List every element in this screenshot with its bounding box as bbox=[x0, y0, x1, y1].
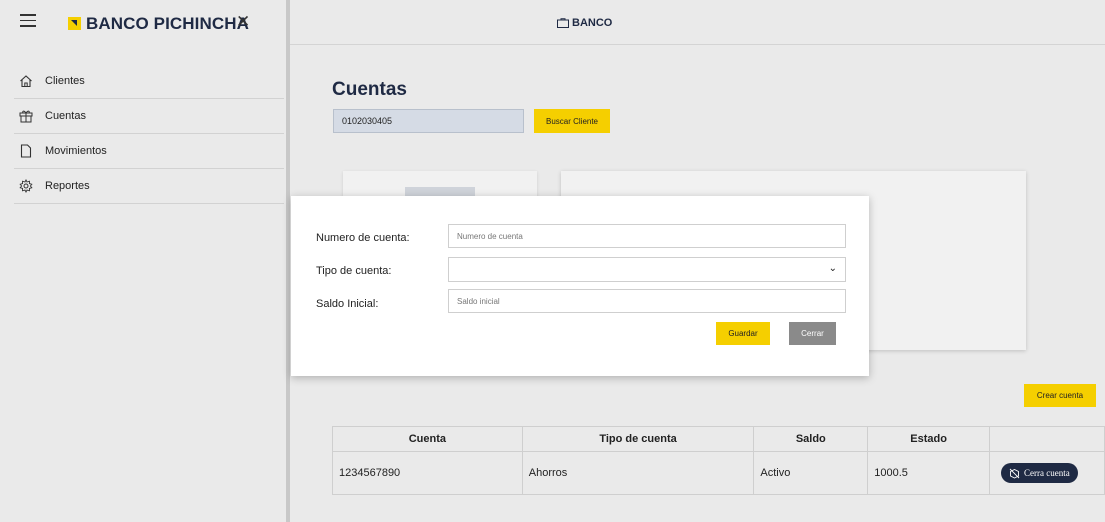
accounts-table: Cuenta Tipo de cuenta Saldo Estado 12345… bbox=[332, 426, 1105, 495]
column-header-cuenta: Cuenta bbox=[332, 426, 523, 452]
close-modal-button[interactable]: Cerrar bbox=[789, 322, 836, 345]
bank-logo-icon bbox=[68, 17, 81, 30]
save-button[interactable]: Guardar bbox=[716, 322, 770, 345]
sidebar: BANCO PICHINCHA ✕ Clientes Cuentas Movim… bbox=[0, 0, 290, 522]
account-type-select[interactable]: ⌄ bbox=[448, 257, 846, 282]
chevron-down-icon: ⌄ bbox=[828, 263, 837, 274]
column-header-actions bbox=[989, 426, 1105, 452]
cell-tipo: Ahorros bbox=[521, 451, 755, 495]
account-number-input[interactable] bbox=[448, 224, 846, 248]
create-account-button[interactable]: Crear cuenta bbox=[1024, 384, 1096, 407]
sidebar-item-clientes[interactable]: Clientes bbox=[14, 64, 284, 99]
header-brand: BANCO bbox=[557, 17, 612, 29]
search-client-button[interactable]: Buscar Cliente bbox=[534, 109, 610, 133]
hamburger-menu-icon[interactable] bbox=[20, 14, 36, 28]
briefcase-icon bbox=[557, 18, 569, 28]
gift-icon bbox=[19, 110, 33, 123]
column-header-tipo: Tipo de cuenta bbox=[521, 426, 755, 452]
sidebar-item-label: Cuentas bbox=[45, 110, 86, 122]
table-header-row: Cuenta Tipo de cuenta Saldo Estado bbox=[332, 426, 1105, 452]
bank-logo-text: BANCO PICHINCHA bbox=[86, 14, 249, 33]
sidebar-item-label: Clientes bbox=[45, 75, 85, 87]
sidebar-item-label: Reportes bbox=[45, 180, 90, 192]
cell-estado: 1000.5 bbox=[867, 451, 991, 495]
sidebar-item-cuentas[interactable]: Cuentas bbox=[14, 99, 284, 134]
sidebar-item-label: Movimientos bbox=[45, 145, 107, 157]
cell-actions: Cerra cuenta bbox=[989, 451, 1105, 495]
account-number-label: Numero de cuenta: bbox=[316, 232, 410, 244]
sidebar-item-movimientos[interactable]: Movimientos bbox=[14, 134, 284, 169]
sidebar-item-reportes[interactable]: Reportes bbox=[14, 169, 284, 204]
home-icon bbox=[20, 75, 32, 88]
close-sidebar-icon[interactable]: ✕ bbox=[236, 12, 250, 32]
gear-icon bbox=[19, 179, 33, 193]
column-header-estado: Estado bbox=[867, 426, 991, 452]
account-type-label: Tipo de cuenta: bbox=[316, 265, 392, 277]
page-title: Cuentas bbox=[332, 79, 407, 100]
table-row: 1234567890 Ahorros Activo 1000.5 Cerra c… bbox=[332, 451, 1105, 495]
header-title: BANCO bbox=[572, 17, 613, 29]
cell-saldo: Activo bbox=[753, 451, 869, 495]
client-search-input[interactable] bbox=[333, 109, 524, 133]
box-off-icon bbox=[1009, 468, 1020, 479]
initial-balance-label: Saldo Inicial: bbox=[316, 298, 379, 310]
close-account-button[interactable]: Cerra cuenta bbox=[1001, 463, 1078, 483]
close-account-label: Cerra cuenta bbox=[1024, 468, 1070, 478]
cell-cuenta: 1234567890 bbox=[332, 451, 523, 495]
column-header-saldo: Saldo bbox=[753, 426, 869, 452]
file-icon bbox=[20, 144, 32, 158]
create-account-modal: Numero de cuenta: Tipo de cuenta: ⌄ Sald… bbox=[291, 196, 869, 376]
sidebar-nav: Clientes Cuentas Movimientos Reportes bbox=[14, 64, 284, 204]
sidebar-header: BANCO PICHINCHA ✕ bbox=[0, 0, 286, 45]
initial-balance-input[interactable] bbox=[448, 289, 846, 313]
